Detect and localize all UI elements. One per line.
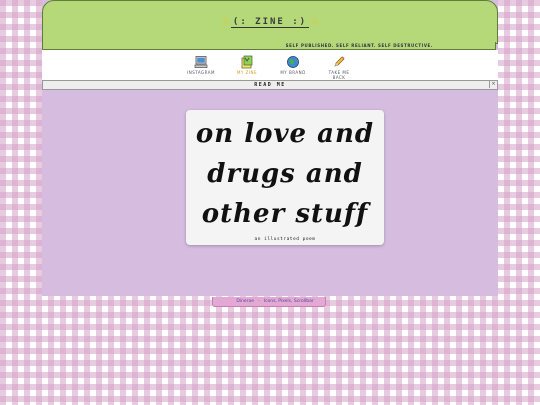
star-icon: ☆ <box>310 16 320 28</box>
nav-item-take-me-back[interactable]: TAKE ME BACK <box>322 55 356 80</box>
footer-bar: Dinerae - Icons, Pixels, Scrollbar <box>212 297 326 307</box>
cover-line-1: on love and <box>196 119 374 149</box>
nav-item-instagram[interactable]: INSTAGRAM <box>184 55 218 80</box>
pencil-icon <box>334 56 345 67</box>
nav-bar: INSTAGRAM MY ZINE MY BRAND TAKE ME BACK <box>42 50 498 80</box>
zine-icon <box>241 55 253 69</box>
nav-label: MY ZINE <box>236 70 258 75</box>
footer-link-author[interactable]: Dinerae <box>236 297 254 306</box>
site-header: ☆ (: ZINE :) ☆ <box>42 0 498 44</box>
footer-link-credits[interactable]: Icons, Pixels, Scrollbar <box>264 297 314 306</box>
nav-label: MY BRAND <box>280 70 306 75</box>
nav-item-my-zine[interactable]: MY ZINE <box>230 55 264 80</box>
nav-label: TAKE ME BACK <box>328 70 350 80</box>
footer-separator: - <box>258 299 260 304</box>
reader-titlebar: READ ME × <box>42 80 498 90</box>
globe-icon <box>287 56 299 68</box>
computer-icon <box>194 56 208 68</box>
cover-line-2: drugs and <box>207 159 363 189</box>
site-tagline: SELF PUBLISHED. SELF RELIANT. SELF DESTR… <box>42 42 496 50</box>
zine-cover[interactable]: on love and drugs and other stuff an ill… <box>186 110 384 245</box>
cover-title: on love and drugs and other stuff <box>196 119 374 229</box>
site-title: (: ZINE :) <box>230 16 310 28</box>
close-icon[interactable]: × <box>489 81 497 88</box>
cover-line-3: other stuff <box>202 199 371 229</box>
reader-title: READ ME <box>254 82 286 88</box>
nav-item-my-brand[interactable]: MY BRAND <box>276 55 310 80</box>
star-icon: ☆ <box>220 16 230 28</box>
nav-label: INSTAGRAM <box>187 70 215 75</box>
cover-caption: an illustrated poem <box>254 237 316 242</box>
